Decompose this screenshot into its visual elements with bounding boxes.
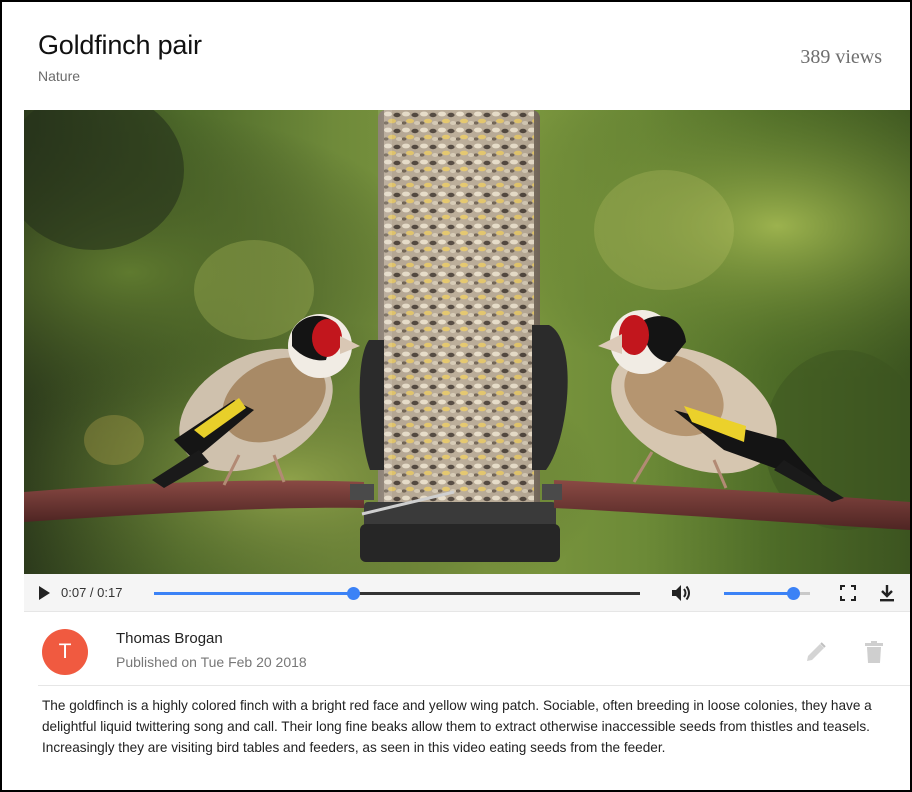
volume-slider[interactable]	[724, 587, 810, 600]
download-icon[interactable]	[878, 583, 896, 603]
volume-fill	[724, 592, 793, 595]
progress-fill	[154, 592, 354, 595]
time-display: 0:07 / 0:17	[61, 585, 123, 600]
video-title: Goldfinch pair	[38, 30, 202, 60]
video-still-goldfinches	[24, 110, 910, 574]
progress-thumb[interactable]	[347, 587, 361, 600]
view-count: 389 views	[800, 46, 882, 68]
video-card: Goldfinch pair Nature 389 views 0:07 / 0…	[0, 0, 912, 792]
volume-thumb[interactable]	[786, 587, 800, 600]
video-description: The goldfinch is a highly colored finch …	[42, 698, 872, 755]
published-date: Published on Tue Feb 20 2018	[116, 654, 307, 670]
trash-icon[interactable]	[864, 640, 884, 664]
avatar[interactable]: T	[42, 629, 88, 675]
author-name[interactable]: Thomas Brogan	[116, 630, 223, 647]
divider	[38, 685, 910, 686]
pencil-icon[interactable]	[804, 640, 828, 664]
video-category[interactable]: Nature	[38, 68, 80, 84]
fullscreen-icon[interactable]	[839, 584, 857, 602]
play-icon[interactable]	[36, 584, 52, 602]
volume-icon[interactable]	[670, 583, 694, 603]
progress-bar[interactable]	[154, 587, 640, 600]
player-controls: 0:07 / 0:17	[24, 574, 910, 612]
video-frame[interactable]	[24, 110, 910, 574]
